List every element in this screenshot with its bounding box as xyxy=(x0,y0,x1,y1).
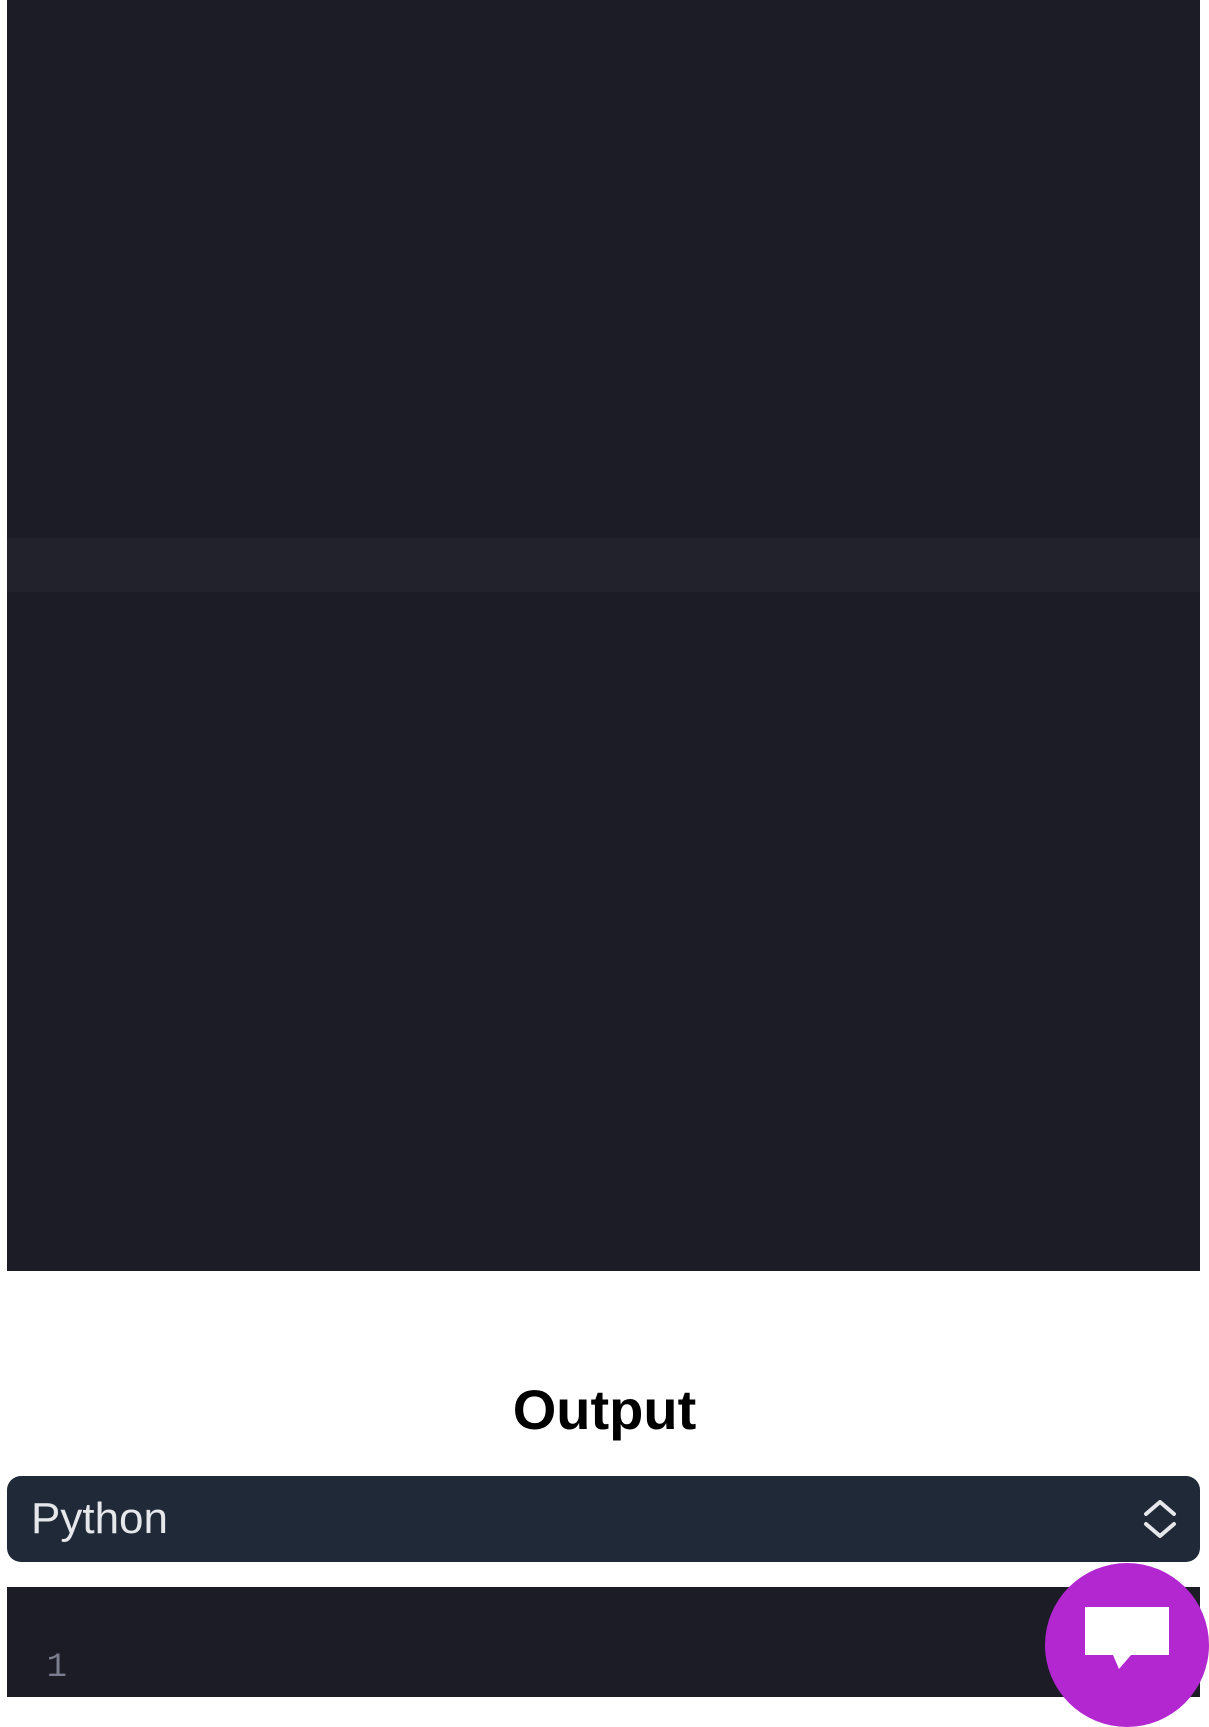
code-line: 8 xyxy=(7,150,1200,204)
code-line: 13 xyxy=(7,400,1200,454)
chevron-up-down-icon xyxy=(1142,1500,1178,1543)
code-line-active: 15 e, setActive] = useState<string | nul… xyxy=(7,538,1200,592)
code-line: 11 xyxy=(7,300,1200,354)
chat-button[interactable] xyxy=(1045,1563,1209,1727)
language-select-value: Python xyxy=(31,1494,168,1543)
code-line: 12 xyxy=(7,350,1200,404)
language-select[interactable]: Python xyxy=(7,1476,1200,1562)
code-line: 6 xyxy=(7,50,1200,104)
code-editor[interactable]: 5 NavbarDemo() { 6 7 8 9 10 11 12 13 14 … xyxy=(7,0,1200,1271)
code-line: 5 NavbarDemo() { xyxy=(7,0,1200,54)
code-line: 10 xyxy=(7,250,1200,304)
code-line: 1 from typing import Optional xyxy=(7,1587,1200,1687)
code-line: 2 import React, { useState } from "react… xyxy=(7,1640,1200,1694)
chat-bubble-icon xyxy=(1085,1607,1169,1669)
code-line: 14 { className }: { className?: string }… xyxy=(7,485,1200,539)
output-code-editor[interactable]: 1 from typing import Optional 2 import R… xyxy=(7,1587,1200,1697)
code-line: 7 xyxy=(7,100,1200,154)
code-line: 9 xyxy=(7,200,1200,254)
output-title: Output xyxy=(512,1378,697,1441)
